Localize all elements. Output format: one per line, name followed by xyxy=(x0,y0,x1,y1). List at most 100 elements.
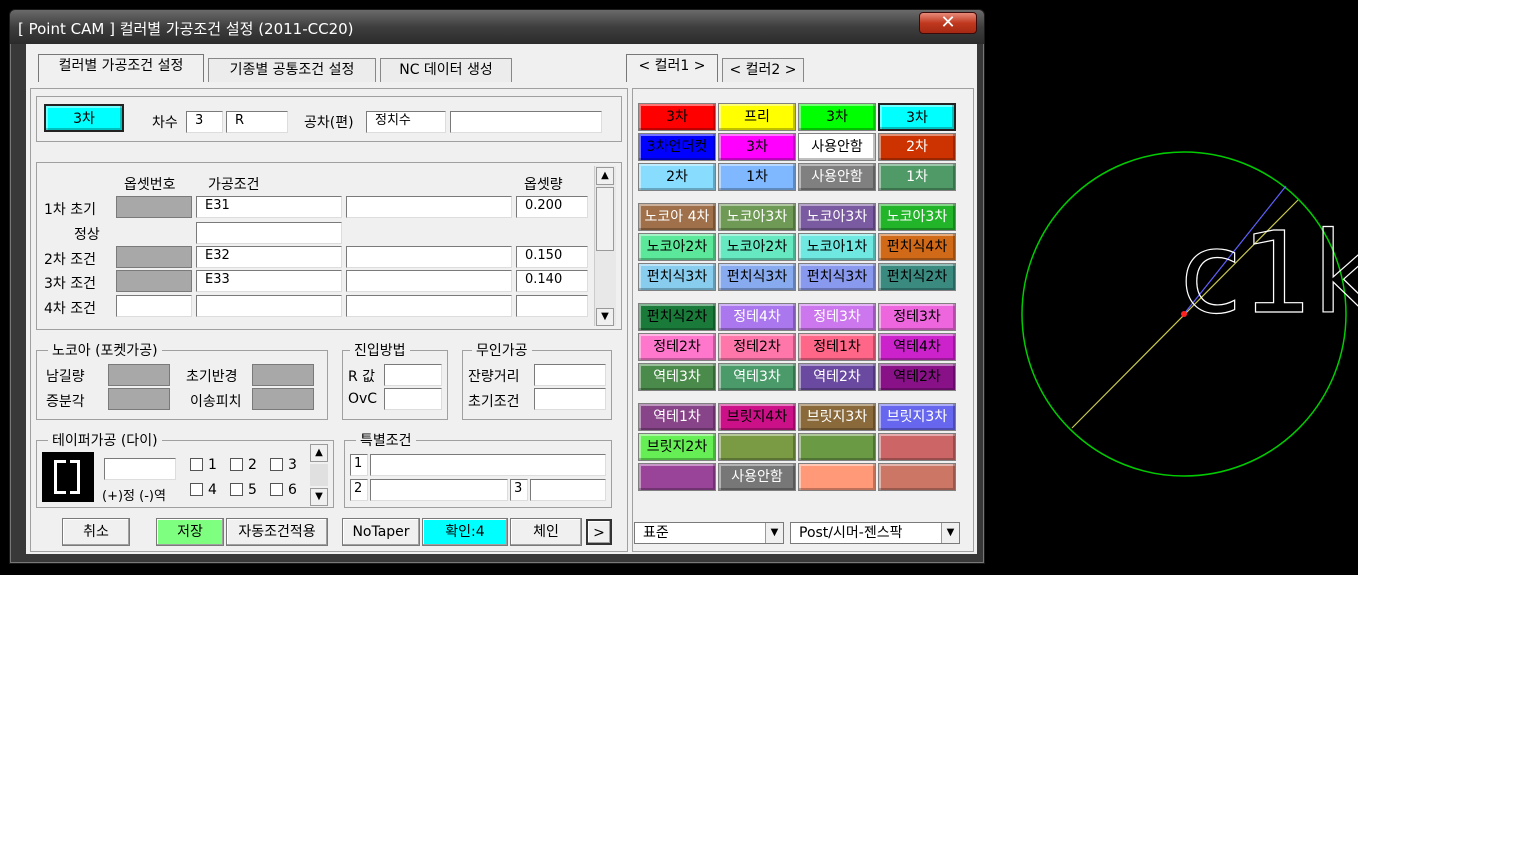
row2-amount[interactable]: 0.150 xyxy=(516,246,588,268)
color-button[interactable] xyxy=(878,433,956,461)
color-button[interactable]: 펀치식2차 xyxy=(878,263,956,291)
color-button[interactable]: 프리 xyxy=(718,103,796,131)
row2-extra[interactable] xyxy=(346,246,512,268)
row1-offset-no[interactable] xyxy=(116,196,192,218)
color-button[interactable]: 역테3차 xyxy=(638,363,716,391)
color-button[interactable]: 2차 xyxy=(638,163,716,191)
r-input[interactable]: R xyxy=(226,111,288,133)
row3-amount[interactable]: 0.140 xyxy=(516,270,588,292)
nocoa-init-radius-input[interactable] xyxy=(252,364,314,386)
row-normal-condition[interactable] xyxy=(196,222,342,244)
taper-check-3[interactable] xyxy=(270,458,283,471)
color-button[interactable]: 펀치식2차 xyxy=(638,303,716,331)
color-button[interactable]: 역테2차 xyxy=(798,363,876,391)
entry-ovc-input[interactable] xyxy=(384,388,442,410)
row2-condition[interactable]: E32 xyxy=(196,246,342,268)
color-button[interactable]: 노코아 4차 xyxy=(638,203,716,231)
unmanned-remain-input[interactable] xyxy=(534,364,606,386)
scroll-thumb[interactable] xyxy=(596,187,614,251)
row3-condition[interactable]: E33 xyxy=(196,270,342,292)
scroll-up-icon[interactable]: ▲ xyxy=(596,167,614,185)
chevron-down-icon[interactable]: ▼ xyxy=(941,523,959,543)
tab-color2[interactable]: < 컬러2 > xyxy=(722,58,804,82)
row1-condition[interactable]: E31 xyxy=(196,196,342,218)
chasu-input[interactable]: 3 xyxy=(186,111,223,133)
tab-color1[interactable]: < 컬러1 > xyxy=(626,54,718,82)
special-input-1[interactable] xyxy=(370,454,606,476)
row4-amount[interactable] xyxy=(516,295,588,317)
color-button[interactable] xyxy=(798,463,876,491)
nocoa-remain-input[interactable] xyxy=(108,364,170,386)
taper-check-5[interactable] xyxy=(230,483,243,496)
color-button[interactable]: 사용안함 xyxy=(798,133,876,161)
row4-offset-no[interactable] xyxy=(116,295,192,317)
color-button[interactable]: 펀치식3차 xyxy=(798,263,876,291)
color-button[interactable]: 노코아2차 xyxy=(638,233,716,261)
auto-apply-button[interactable]: 자동조건적용 xyxy=(226,518,328,546)
tab-common-conditions[interactable]: 기종별 공통조건 설정 xyxy=(208,58,376,82)
color-button[interactable]: 사용안함 xyxy=(718,463,796,491)
title-bar[interactable]: [ Point CAM ] 컬러별 가공조건 설정 (2011-CC20) ✕ xyxy=(10,10,984,44)
taper-icon[interactable] xyxy=(42,452,94,502)
save-button[interactable]: 저장 xyxy=(156,518,224,546)
color-button[interactable] xyxy=(718,433,796,461)
row1-extra[interactable] xyxy=(346,196,512,218)
nocoa-pitch-input[interactable] xyxy=(252,388,314,410)
color-button[interactable]: 정테3차 xyxy=(798,303,876,331)
taper-angle-input[interactable] xyxy=(104,458,176,480)
entry-r-input[interactable] xyxy=(384,364,442,386)
special-input-2[interactable] xyxy=(370,479,508,501)
taper-spin-up-icon[interactable]: ▲ xyxy=(310,444,328,462)
row3-offset-no[interactable] xyxy=(116,270,192,292)
color-button[interactable]: 펀치식4차 xyxy=(878,233,956,261)
post-combo[interactable]: Post/시머-젠스팍 ▼ xyxy=(790,522,960,544)
color-button[interactable]: 역테1차 xyxy=(638,403,716,431)
color-button[interactable]: 정테4차 xyxy=(718,303,796,331)
style-combo[interactable]: 표준 ▼ xyxy=(634,522,784,544)
color-button[interactable]: 3차 xyxy=(878,103,956,131)
color-button[interactable]: 2차 xyxy=(878,133,956,161)
color-button[interactable]: 3차 xyxy=(718,133,796,161)
taper-check-1[interactable] xyxy=(190,458,203,471)
color-button[interactable]: 역테2차 xyxy=(878,363,956,391)
color-button[interactable]: 노코아3차 xyxy=(718,203,796,231)
color-button[interactable]: 역테3차 xyxy=(718,363,796,391)
row4-condition[interactable] xyxy=(196,295,342,317)
color-button[interactable]: 1차 xyxy=(718,163,796,191)
color-button[interactable] xyxy=(798,433,876,461)
color-button[interactable]: 브릿지3차 xyxy=(798,403,876,431)
row1-amount[interactable]: 0.200 xyxy=(516,196,588,218)
color-button[interactable]: 펀치식3차 xyxy=(718,263,796,291)
close-button[interactable]: ✕ xyxy=(919,12,977,34)
color-button[interactable]: 노코아2차 xyxy=(718,233,796,261)
row4-extra[interactable] xyxy=(346,295,512,317)
color-button[interactable] xyxy=(638,463,716,491)
cad-view[interactable]: c1k xyxy=(986,0,1358,575)
color-button[interactable]: 정테2차 xyxy=(718,333,796,361)
taper-check-4[interactable] xyxy=(190,483,203,496)
color-button[interactable]: 브릿지2차 xyxy=(638,433,716,461)
color-button[interactable]: 3차언더컷 xyxy=(638,133,716,161)
selected-color-button[interactable]: 3차 xyxy=(44,104,124,132)
confirm-button[interactable]: 확인:4 xyxy=(422,518,508,546)
color-button[interactable]: 정테2차 xyxy=(638,333,716,361)
tab-nc-data[interactable]: NC 데이터 생성 xyxy=(380,58,512,82)
color-button[interactable] xyxy=(878,463,956,491)
notaper-button[interactable]: NoTaper xyxy=(342,518,420,546)
color-button[interactable]: 노코아3차 xyxy=(798,203,876,231)
color-button[interactable]: 노코아3차 xyxy=(878,203,956,231)
next-button[interactable]: > xyxy=(586,519,612,545)
taper-check-2[interactable] xyxy=(230,458,243,471)
color-button[interactable]: 3차 xyxy=(638,103,716,131)
color-button[interactable]: 브릿지4차 xyxy=(718,403,796,431)
row3-extra[interactable] xyxy=(346,270,512,292)
row2-offset-no[interactable] xyxy=(116,246,192,268)
special-input-3[interactable] xyxy=(530,479,606,501)
color-button[interactable]: 정테3차 xyxy=(878,303,956,331)
color-button[interactable]: 사용안함 xyxy=(798,163,876,191)
scroll-down-icon[interactable]: ▼ xyxy=(596,308,614,326)
taper-check-6[interactable] xyxy=(270,483,283,496)
tolerance-input[interactable]: 정치수 xyxy=(366,111,446,133)
chain-button[interactable]: 체인 xyxy=(510,518,582,546)
color-button[interactable]: 노코아1차 xyxy=(798,233,876,261)
